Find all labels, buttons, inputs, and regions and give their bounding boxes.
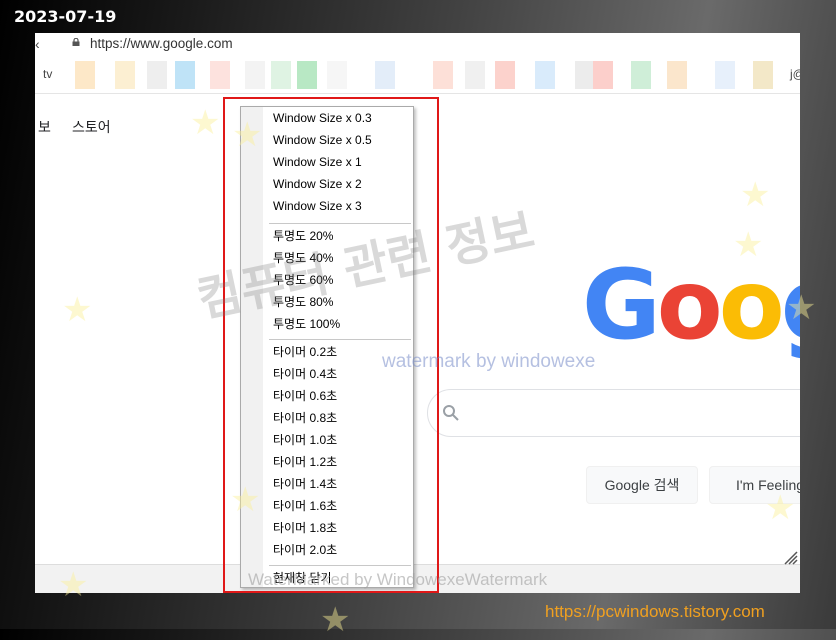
- star-icon: ★: [765, 489, 796, 527]
- logo-letter: G: [582, 249, 661, 361]
- bookmark-tile[interactable]: [327, 61, 347, 89]
- star-icon: ★: [740, 176, 771, 214]
- bookmark-tile[interactable]: [245, 61, 265, 89]
- google-logo: Goog: [582, 255, 800, 355]
- bookmark-tile[interactable]: [495, 61, 515, 89]
- star-icon: ★: [58, 566, 89, 604]
- star-icon: ★: [230, 481, 261, 519]
- resize-grip-icon[interactable]: [782, 549, 798, 565]
- bookmark-tile[interactable]: [715, 61, 735, 89]
- bookmarks-bar: tv j@: [35, 58, 800, 94]
- bookmark-tile[interactable]: [75, 61, 95, 89]
- back-icon[interactable]: ‹: [35, 36, 40, 52]
- bookmark-tile[interactable]: [593, 61, 613, 89]
- bookmark-tv[interactable]: tv: [43, 67, 52, 81]
- star-icon: ★: [62, 291, 93, 329]
- bookmark-tile[interactable]: [433, 61, 453, 89]
- star-icon: ★: [733, 226, 764, 264]
- star-icon: ★: [320, 601, 351, 639]
- bookmark-tile[interactable]: [375, 61, 395, 89]
- watermark-bottom: WaterMarked by WindowexeWatermark: [248, 570, 548, 589]
- bookmark-tile[interactable]: [271, 61, 291, 89]
- bookmark-tile[interactable]: [147, 61, 167, 89]
- star-icon: ★: [232, 116, 263, 154]
- watermark-small: watermark by windowexe: [382, 351, 596, 372]
- google-nav-item[interactable]: 보: [38, 117, 51, 137]
- bookmark-tile[interactable]: [535, 61, 555, 89]
- address-url[interactable]: https://www.google.com: [90, 36, 233, 51]
- bookmark-tile[interactable]: [753, 61, 773, 89]
- bookmark-tile[interactable]: [465, 61, 485, 89]
- bookmark-tile[interactable]: [115, 61, 135, 89]
- google-nav-store[interactable]: 스토어: [72, 117, 111, 137]
- bookmark-tile[interactable]: [631, 61, 651, 89]
- source-url: https://pcwindows.tistory.com: [545, 602, 765, 621]
- bookmark-tile[interactable]: [210, 61, 230, 89]
- date-caption: 2023-07-19: [14, 7, 117, 26]
- search-icon: [443, 405, 459, 421]
- address-bar[interactable]: ‹ https://www.google.com: [35, 33, 800, 59]
- bookmark-tile[interactable]: [175, 61, 195, 89]
- google-search-button[interactable]: Google 검색: [586, 466, 698, 504]
- logo-letter: o: [656, 249, 723, 361]
- star-icon: ★: [190, 104, 221, 142]
- logo-letter: o: [718, 249, 785, 361]
- bookmark-last[interactable]: j@: [790, 67, 800, 81]
- star-icon: ★: [786, 289, 817, 327]
- bookmark-tile[interactable]: [297, 61, 317, 89]
- lock-icon: [72, 38, 80, 46]
- bookmark-tile[interactable]: [667, 61, 687, 89]
- bookmark-tile[interactable]: [575, 61, 595, 89]
- search-input[interactable]: [427, 389, 800, 437]
